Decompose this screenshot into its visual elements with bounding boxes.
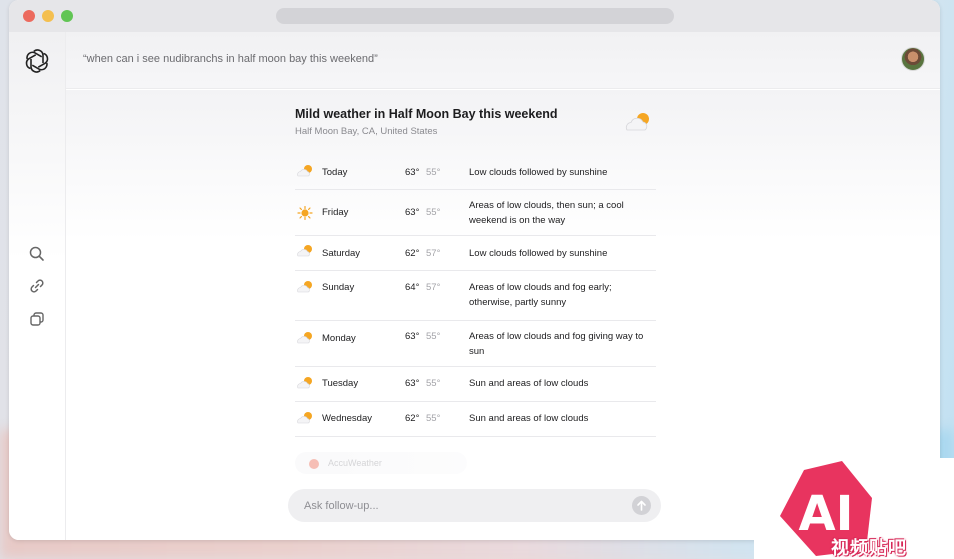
forecast-description: Areas of low clouds, then sun; a cool we… <box>469 200 624 226</box>
forecast-description: Low clouds followed by sunshine <box>469 248 608 259</box>
forecast-low: 55° <box>426 207 441 218</box>
forecast-row: Today 63° 55° Low clouds followed by sun… <box>295 155 656 190</box>
forecast-high: 63° <box>405 207 420 218</box>
forecast-row: Wednesday 62° 55° Sun and areas of low c… <box>295 402 656 437</box>
maximize-window-button[interactable] <box>61 10 73 22</box>
forecast-row: Monday 63° 55° Areas of low clouds and f… <box>295 321 656 367</box>
forecast-row: Tuesday 63° 55° Sun and areas of low clo… <box>295 367 656 402</box>
title-bar <box>9 0 940 32</box>
sunny-icon <box>297 206 313 220</box>
source-chip[interactable]: AccuWeather <box>295 452 467 474</box>
forecast-description: Areas of low clouds and fog giving way t… <box>469 331 644 357</box>
copy-icon[interactable] <box>28 310 46 328</box>
minimize-window-button[interactable] <box>42 10 54 22</box>
forecast-day: Saturday <box>322 248 361 259</box>
user-query: “when can i see nudibranchs in half moon… <box>83 53 378 65</box>
forecast-description: Sun and areas of low clouds <box>469 413 589 424</box>
forecast-high: 63° <box>405 378 420 389</box>
forecast-day: Sunday <box>322 282 355 293</box>
forecast-high: 62° <box>405 413 420 424</box>
forecast-low: 57° <box>426 282 441 293</box>
forecast-day: Tuesday <box>322 378 359 389</box>
search-icon[interactable] <box>28 245 46 263</box>
forecast-high: 63° <box>405 167 420 178</box>
arrow-up-icon <box>637 500 646 511</box>
close-window-button[interactable] <box>23 10 35 22</box>
forecast-description: Sun and areas of low clouds <box>469 378 589 389</box>
forecast-low: 55° <box>426 413 441 424</box>
forecast-row: Saturday 62° 57° Low clouds followed by … <box>295 236 656 271</box>
forecast-low: 55° <box>426 331 441 342</box>
forecast-low: 55° <box>426 378 441 389</box>
watermark-label: 视频贴吧 <box>831 538 907 559</box>
followup-bar <box>288 489 661 522</box>
forecast-high: 62° <box>405 248 420 259</box>
partly-sunny-icon <box>297 245 312 257</box>
forecast-row: Friday 63° 55° Areas of low clouds, then… <box>295 190 656 236</box>
forecast-day: Monday <box>322 333 356 344</box>
forecast-day: Friday <box>322 207 349 218</box>
weather-card-title: Mild weather in Half Moon Bay this weeke… <box>295 107 558 121</box>
forecast-description: Low clouds followed by sunshine <box>469 167 608 178</box>
followup-input[interactable] <box>304 497 604 514</box>
openai-logo-icon[interactable] <box>24 48 50 74</box>
address-bar[interactable] <box>276 8 674 24</box>
partly-sunny-icon <box>297 412 312 424</box>
partly-sunny-icon <box>625 113 649 131</box>
link-icon[interactable] <box>28 277 46 295</box>
conversation-header: “when can i see nudibranchs in half moon… <box>66 32 940 89</box>
forecast-day: Today <box>322 167 348 178</box>
forecast-day: Wednesday <box>322 413 372 424</box>
partly-sunny-icon <box>297 165 312 177</box>
partly-sunny-icon <box>297 377 312 389</box>
forecast-high: 64° <box>405 282 420 293</box>
partly-sunny-icon <box>297 281 312 293</box>
partly-sunny-icon <box>297 332 312 344</box>
accuweather-logo-icon <box>309 459 319 469</box>
forecast-row: Sunday 64° 57° Areas of low clouds and f… <box>295 271 656 321</box>
forecast-high: 63° <box>405 331 420 342</box>
forecast-description: Areas of low clouds and fog early; other… <box>469 282 612 308</box>
user-avatar[interactable] <box>901 47 925 71</box>
watermark: AI 视频贴吧 <box>754 458 954 559</box>
weather-card-location: Half Moon Bay, CA, United States <box>295 126 438 137</box>
send-button[interactable] <box>632 496 651 515</box>
source-label: AccuWeather <box>328 458 382 468</box>
forecast-low: 55° <box>426 167 441 178</box>
sidebar <box>9 32 66 540</box>
forecast-low: 57° <box>426 248 441 259</box>
